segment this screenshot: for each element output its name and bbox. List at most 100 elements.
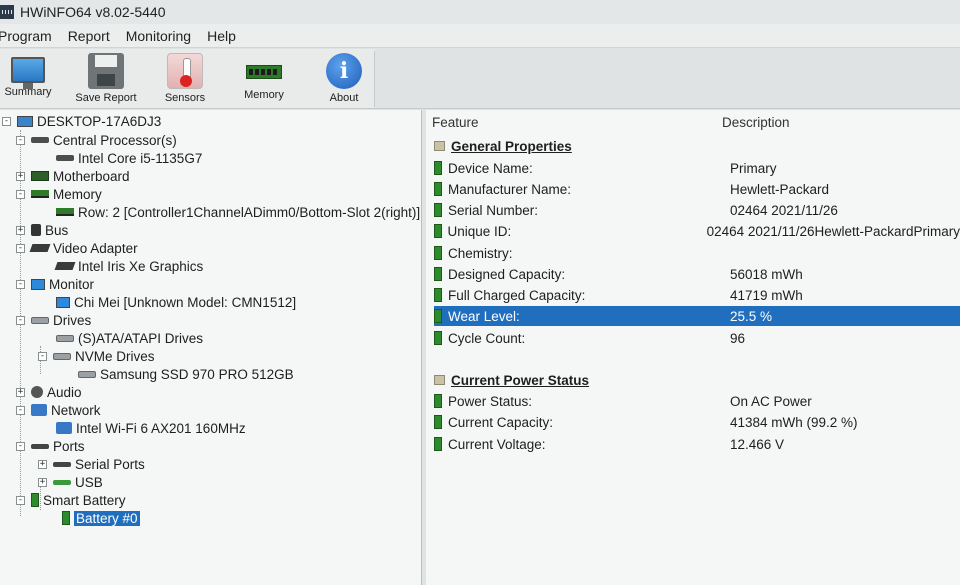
tree-expander[interactable]: - bbox=[16, 315, 25, 325]
property-cycle-count[interactable]: Cycle Count: 96 bbox=[434, 328, 960, 348]
tree-item-motherboard[interactable]: + Motherboard bbox=[16, 167, 130, 185]
tree-expander[interactable]: + bbox=[38, 459, 47, 469]
property-manufacturer-name[interactable]: Manufacturer Name: Hewlett-Packard bbox=[434, 179, 960, 199]
serial-port-icon bbox=[53, 461, 71, 467]
menu-program[interactable]: Program bbox=[0, 28, 60, 44]
tree-expander[interactable]: - bbox=[16, 135, 25, 145]
property-label: Device Name: bbox=[448, 160, 533, 176]
cpu-icon bbox=[31, 137, 49, 143]
tree-item-display[interactable]: Chi Mei [Unknown Model: CMN1512] bbox=[56, 293, 296, 311]
tree-item-ssd[interactable]: Samsung SSD 970 PRO 512GB bbox=[78, 365, 294, 383]
section-icon bbox=[434, 375, 445, 385]
menu-help[interactable]: Help bbox=[199, 28, 244, 44]
menu-bar: Program Report Monitoring Help bbox=[0, 24, 960, 48]
tree-expander[interactable]: + bbox=[16, 387, 25, 397]
property-serial-number[interactable]: Serial Number: 02464 2021/11/26 bbox=[434, 200, 960, 220]
property-value: 96 bbox=[730, 330, 746, 346]
tree-item-smart-battery[interactable]: - Smart Battery bbox=[16, 491, 126, 509]
tree-expander[interactable]: - bbox=[16, 189, 25, 199]
property-label: Cycle Count: bbox=[448, 330, 526, 346]
tree-expander[interactable]: - bbox=[38, 351, 47, 361]
column-header-feature[interactable]: Feature bbox=[432, 115, 479, 130]
tree-expander[interactable]: - bbox=[16, 441, 25, 451]
tree-item-memory[interactable]: - Memory bbox=[16, 185, 102, 203]
tree-item-label: Row: 2 [Controller1ChannelADimm0/Bottom-… bbox=[78, 204, 421, 220]
property-chemistry[interactable]: Chemistry: bbox=[434, 243, 960, 263]
property-value: 56018 mWh bbox=[730, 266, 803, 282]
tree-item-nvme-drives[interactable]: - NVMe Drives bbox=[38, 347, 155, 365]
sensors-button-label: Sensors bbox=[164, 92, 206, 104]
tree-item-gpu[interactable]: Intel Iris Xe Graphics bbox=[54, 257, 203, 275]
battery-icon bbox=[62, 511, 70, 525]
about-button[interactable]: i About bbox=[314, 49, 374, 107]
property-current-voltage[interactable]: Current Voltage: 12.466 V bbox=[434, 434, 960, 454]
section-title: Current Power Status bbox=[451, 372, 590, 388]
tree-item-usb[interactable]: + USB bbox=[38, 473, 103, 491]
tree-expander[interactable]: - bbox=[16, 279, 25, 289]
battery-property-icon bbox=[434, 203, 442, 217]
tree-item-label: USB bbox=[75, 474, 103, 490]
property-power-status[interactable]: Power Status: On AC Power bbox=[434, 391, 960, 411]
property-unique-id[interactable]: Unique ID: 02464 2021/11/26Hewlett-Packa… bbox=[434, 221, 960, 241]
summary-button[interactable]: Summary bbox=[0, 49, 56, 107]
usb-icon bbox=[53, 479, 71, 485]
memory-button[interactable]: Memory bbox=[214, 49, 314, 107]
summary-monitor-icon bbox=[11, 57, 45, 89]
tree-expander[interactable]: - bbox=[16, 495, 25, 505]
memory-module-icon bbox=[246, 65, 282, 79]
tree-expander[interactable]: + bbox=[16, 225, 25, 235]
tree-expander[interactable]: - bbox=[2, 116, 11, 126]
tree-item-drives[interactable]: - Drives bbox=[16, 311, 91, 329]
drive-icon bbox=[78, 370, 96, 378]
tree-item-monitor[interactable]: - Monitor bbox=[16, 275, 94, 293]
menu-monitoring[interactable]: Monitoring bbox=[118, 28, 199, 44]
tree-item-cpu[interactable]: Intel Core i5-1135G7 bbox=[56, 149, 202, 167]
property-current-capacity[interactable]: Current Capacity: 41384 mWh (99.2 %) bbox=[434, 412, 960, 432]
tree-item-battery-0[interactable]: Battery #0 bbox=[62, 509, 140, 527]
save-report-button-label: Save Report bbox=[75, 92, 137, 104]
tree-item-label: NVMe Drives bbox=[75, 348, 155, 364]
network-icon bbox=[56, 422, 72, 434]
property-wear-level[interactable]: Wear Level: 25.5 % bbox=[434, 306, 960, 326]
property-value: 02464 2021/11/26 bbox=[730, 202, 838, 218]
property-designed-capacity[interactable]: Designed Capacity: 56018 mWh bbox=[434, 264, 960, 284]
tree-item-network[interactable]: - Network bbox=[16, 401, 101, 419]
property-device-name[interactable]: Device Name: Primary bbox=[434, 158, 960, 178]
tree-item-memory-row[interactable]: Row: 2 [Controller1ChannelADimm0/Bottom-… bbox=[56, 203, 420, 221]
drive-icon bbox=[53, 352, 71, 360]
audio-icon bbox=[31, 386, 43, 398]
menu-report[interactable]: Report bbox=[60, 28, 118, 44]
tree-item-label: Memory bbox=[53, 186, 102, 202]
memory-icon bbox=[31, 190, 49, 198]
tree-expander[interactable]: - bbox=[16, 405, 25, 415]
tree-item-central-processors[interactable]: - Central Processor(s) bbox=[16, 131, 177, 149]
tree-item-label: Bus bbox=[45, 222, 69, 238]
device-tree-pane[interactable]: - DESKTOP-17A6DJ3 - Central Processor(s)… bbox=[0, 110, 422, 585]
property-label: Designed Capacity: bbox=[448, 266, 566, 282]
tree-item-label: Audio bbox=[47, 384, 82, 400]
tree-item-sata-drives[interactable]: (S)ATA/ATAPI Drives bbox=[56, 329, 203, 347]
sensors-button[interactable]: Sensors bbox=[156, 49, 214, 107]
property-value: Hewlett-Packard bbox=[730, 181, 830, 197]
tree-item-bus[interactable]: + Bus bbox=[16, 221, 68, 239]
tree-item-audio[interactable]: + Audio bbox=[16, 383, 82, 401]
section-current-power-status: Current Power Status bbox=[434, 370, 589, 390]
tree-item-serial-ports[interactable]: + Serial Ports bbox=[38, 455, 145, 473]
tree-item-computer[interactable]: - DESKTOP-17A6DJ3 bbox=[2, 112, 161, 130]
tree-item-wifi[interactable]: Intel Wi-Fi 6 AX201 160MHz bbox=[56, 419, 246, 437]
memory-button-label: Memory bbox=[244, 89, 284, 101]
tree-item-video-adapter[interactable]: - Video Adapter bbox=[16, 239, 138, 257]
drive-icon bbox=[31, 316, 49, 324]
property-value: 02464 2021/11/26Hewlett-PackardPrimary bbox=[706, 223, 960, 239]
tree-expander[interactable]: + bbox=[38, 477, 47, 487]
tree-expander[interactable]: - bbox=[16, 243, 25, 253]
column-header-description[interactable]: Description bbox=[722, 115, 790, 130]
battery-property-icon bbox=[434, 288, 442, 302]
save-report-button[interactable]: Save Report bbox=[56, 49, 156, 107]
tree-expander[interactable]: + bbox=[16, 171, 25, 181]
battery-property-icon bbox=[434, 415, 442, 429]
battery-property-icon bbox=[434, 267, 442, 281]
property-label: Manufacturer Name: bbox=[448, 181, 572, 197]
tree-item-ports[interactable]: - Ports bbox=[16, 437, 85, 455]
property-full-charged-capacity[interactable]: Full Charged Capacity: 41719 mWh bbox=[434, 285, 960, 305]
